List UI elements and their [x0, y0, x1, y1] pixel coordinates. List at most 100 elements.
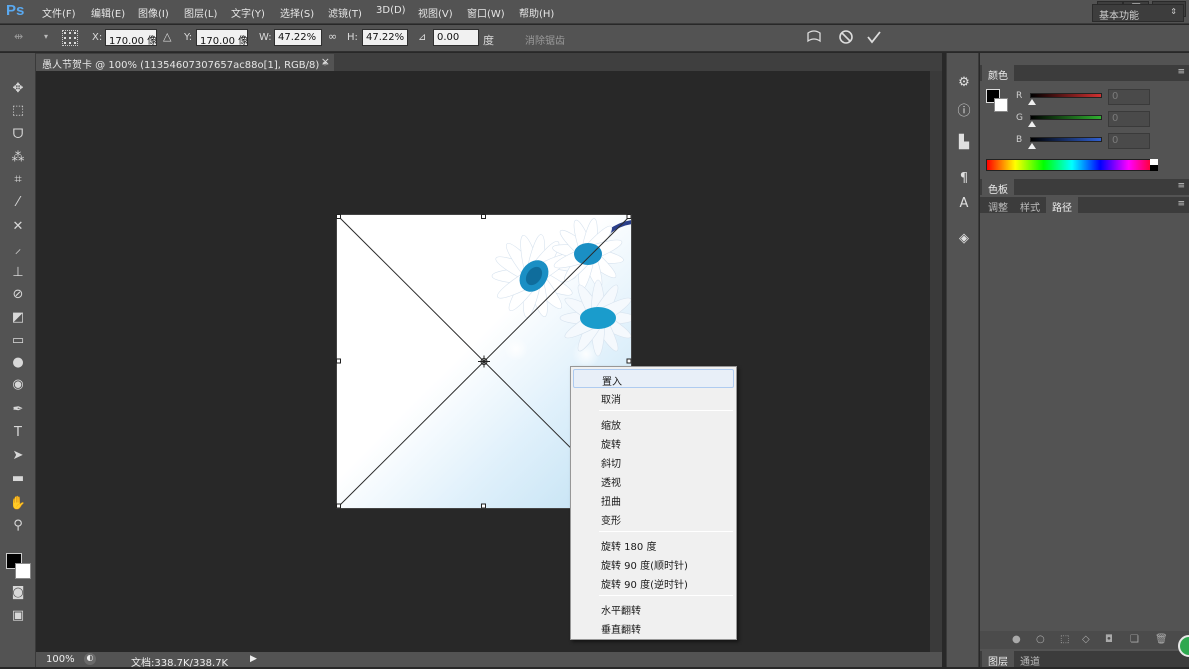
width-field[interactable]: 47.22%: [274, 29, 322, 46]
eyedropper-tool-icon[interactable]: ⁄: [6, 193, 30, 213]
red-track[interactable]: [1030, 93, 1102, 98]
angle-field[interactable]: 0.00: [433, 29, 479, 46]
menu-item-scale[interactable]: 缩放: [573, 414, 734, 433]
link-icon[interactable]: ∞: [328, 30, 337, 43]
color-spectrum-ramp[interactable]: [986, 159, 1158, 171]
quick-selection-tool-icon[interactable]: ⁂: [6, 148, 30, 168]
close-tab-icon[interactable]: ×: [321, 55, 330, 68]
zoom-level[interactable]: 100%: [46, 654, 75, 665]
tab-layers[interactable]: 图层: [982, 651, 1014, 668]
green-track[interactable]: [1030, 115, 1102, 120]
hand-tool-icon[interactable]: ✋: [6, 494, 30, 514]
menu-3d[interactable]: 3D(D): [376, 5, 406, 16]
status-menu-arrow-icon[interactable]: ▶: [250, 654, 257, 664]
commit-transform-icon[interactable]: [866, 29, 882, 49]
spectrum-black-chip[interactable]: [1150, 165, 1158, 171]
menu-item-cancel[interactable]: 取消: [573, 388, 734, 407]
paragraph-panel-icon[interactable]: ¶: [954, 171, 974, 189]
background-color-swatch[interactable]: [15, 563, 31, 579]
share-icon[interactable]: ◐: [84, 653, 96, 665]
stroke-path-icon[interactable]: ○: [1036, 634, 1045, 645]
quick-mask-icon[interactable]: ◙: [6, 583, 30, 603]
menu-type[interactable]: 文字(Y): [231, 5, 265, 20]
color-background-swatch[interactable]: [994, 98, 1008, 112]
y-field[interactable]: 170.00 像素: [196, 29, 248, 46]
blue-value-field[interactable]: 0: [1108, 133, 1150, 149]
height-field[interactable]: 47.22%: [362, 29, 408, 46]
menu-edit[interactable]: 编辑(E): [91, 5, 125, 20]
healing-brush-tool-icon[interactable]: ✕: [6, 217, 30, 237]
menu-view[interactable]: 视图(V): [418, 5, 453, 20]
new-path-icon[interactable]: ❏: [1130, 634, 1139, 645]
menu-item-rotate-90-cw[interactable]: 旋转 90 度(顺时针): [573, 554, 734, 573]
red-value-field[interactable]: 0: [1108, 89, 1150, 105]
menu-item-flip-horizontal[interactable]: 水平翻转: [573, 599, 734, 618]
menu-item-rotate-90-ccw[interactable]: 旋转 90 度(逆时针): [573, 573, 734, 592]
menu-item-perspective[interactable]: 扭曲: [573, 490, 734, 509]
green-thumb[interactable]: [1028, 121, 1036, 127]
marquee-tool-icon[interactable]: ⬚: [6, 101, 30, 121]
reference-point-icon[interactable]: [62, 30, 78, 46]
menu-image[interactable]: 图像(I): [138, 5, 169, 20]
tab-swatches[interactable]: 色板: [982, 179, 1014, 196]
warp-icon[interactable]: [806, 29, 822, 49]
menu-item-flip-vertical[interactable]: 垂直翻转: [573, 618, 734, 637]
tab-color[interactable]: 颜色: [982, 65, 1014, 82]
panel-menu-icon[interactable]: ≡: [1177, 181, 1185, 191]
red-thumb[interactable]: [1028, 99, 1036, 105]
workspace-select[interactable]: 基本功能 ⇕: [1092, 4, 1184, 22]
green-value-field[interactable]: 0: [1108, 111, 1150, 127]
menu-file[interactable]: 文件(F): [42, 5, 76, 20]
info-panel-icon[interactable]: ⓘ: [954, 100, 974, 119]
menu-item-warp[interactable]: 变形: [573, 509, 734, 528]
crop-tool-icon[interactable]: ⌗: [6, 170, 30, 190]
menu-item-rotate[interactable]: 旋转: [573, 433, 734, 452]
gradient-tool-icon[interactable]: ▭: [6, 331, 30, 351]
panel-menu-icon[interactable]: ≡: [1177, 199, 1185, 209]
blur-tool-icon[interactable]: ●: [6, 353, 30, 373]
type-tool-icon[interactable]: T: [6, 423, 30, 443]
make-work-path-icon[interactable]: ◇: [1082, 634, 1090, 645]
add-mask-icon[interactable]: ◘: [1105, 634, 1113, 645]
zoom-tool-icon[interactable]: ⚲: [6, 516, 30, 536]
move-tool-icon[interactable]: ✥: [6, 79, 30, 99]
history-brush-tool-icon[interactable]: ⊘: [6, 285, 30, 305]
brush-tool-icon[interactable]: ⸝: [6, 240, 30, 260]
menu-layer[interactable]: 图层(L): [184, 5, 217, 20]
load-selection-icon[interactable]: ⬚: [1060, 634, 1069, 645]
trash-icon[interactable]: 🗑: [1155, 634, 1168, 645]
histogram-panel-icon[interactable]: ▙: [954, 135, 974, 153]
dodge-tool-icon[interactable]: ◉: [6, 375, 30, 395]
menu-item-distort[interactable]: 透视: [573, 471, 734, 490]
blue-thumb[interactable]: [1028, 143, 1036, 149]
vertical-scrollbar[interactable]: [930, 71, 942, 652]
menu-filter[interactable]: 滤镜(T): [328, 5, 362, 20]
delta-icon[interactable]: △: [163, 30, 171, 43]
tab-adjustments[interactable]: 调整: [982, 197, 1014, 214]
blue-slider[interactable]: B 0: [1016, 133, 1186, 149]
tab-channels[interactable]: 通道: [1014, 651, 1046, 668]
lasso-tool-icon[interactable]: ᗜ: [6, 125, 30, 145]
tab-paths[interactable]: 路径: [1046, 197, 1078, 214]
menu-help[interactable]: 帮助(H): [519, 5, 554, 20]
red-slider[interactable]: R 0: [1016, 89, 1186, 105]
fill-path-icon[interactable]: ●: [1012, 634, 1021, 645]
menu-window[interactable]: 窗口(W): [467, 5, 505, 20]
path-selection-tool-icon[interactable]: ➤: [6, 446, 30, 466]
history-panel-icon[interactable]: ⚙: [954, 75, 974, 93]
shape-tool-icon[interactable]: ▬: [6, 469, 30, 489]
panel-menu-icon[interactable]: ≡: [1177, 67, 1185, 77]
document-tab[interactable]: 愚人节贺卡 @ 100% (11354607307657ac88o[1], RG…: [36, 54, 334, 71]
tab-styles[interactable]: 样式: [1014, 197, 1046, 214]
menu-item-rotate-180[interactable]: 旋转 180 度: [573, 535, 734, 554]
3d-panel-icon[interactable]: ◈: [954, 231, 974, 249]
screen-mode-icon[interactable]: ▣: [6, 606, 30, 626]
character-panel-icon[interactable]: A: [954, 196, 974, 214]
clone-stamp-tool-icon[interactable]: ⊥: [6, 263, 30, 283]
x-field[interactable]: 170.00 像素: [105, 29, 157, 46]
pen-tool-icon[interactable]: ✒: [6, 400, 30, 420]
cancel-transform-icon[interactable]: [838, 29, 854, 49]
eraser-tool-icon[interactable]: ◩: [6, 308, 30, 328]
menu-item-place[interactable]: 置入: [573, 369, 734, 388]
green-slider[interactable]: G 0: [1016, 111, 1186, 127]
